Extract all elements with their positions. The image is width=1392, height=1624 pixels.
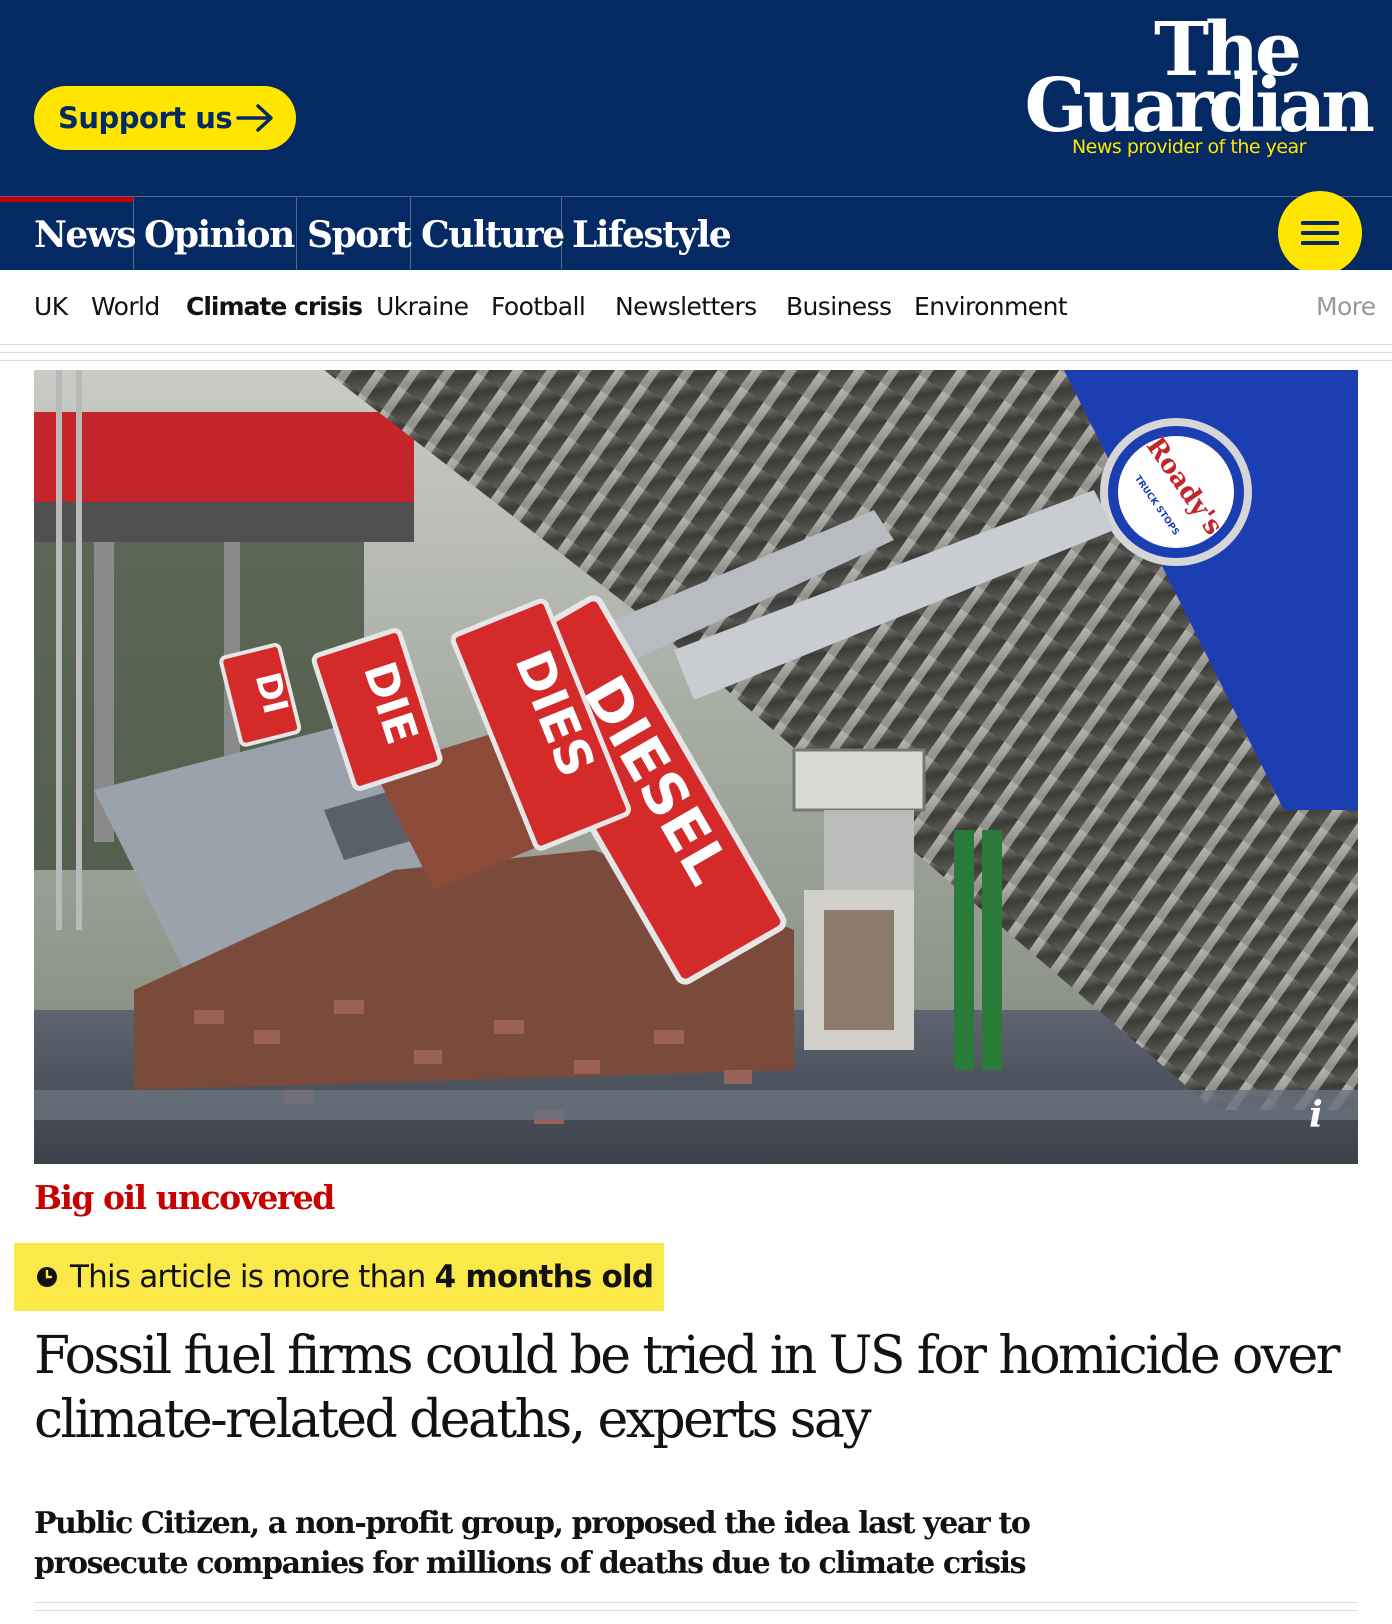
- subnav-ukraine[interactable]: Ukraine: [376, 292, 469, 321]
- divider: [0, 360, 1392, 361]
- article-age-text: This article is more than 4 months old: [70, 1259, 654, 1295]
- logo-tagline: News provider of the year: [1071, 136, 1307, 158]
- subnav-more[interactable]: More: [1316, 292, 1376, 321]
- sub-nav: UK World Climate crisis Ukraine Football…: [0, 270, 1392, 345]
- series-label[interactable]: Big oil uncovered: [34, 1178, 335, 1217]
- hamburger-icon: [1301, 221, 1339, 225]
- subnav-business[interactable]: Business: [786, 292, 892, 321]
- image-info-icon[interactable]: i: [1296, 1094, 1336, 1138]
- article-standfirst: Public Citizen, a non-profit group, prop…: [34, 1506, 1031, 1581]
- support-us-label: Support us: [58, 101, 233, 135]
- menu-button[interactable]: [1278, 191, 1362, 275]
- pillar-news[interactable]: News: [0, 197, 137, 271]
- divider: [34, 1602, 1358, 1603]
- hero-photo: Roady's TRUCK STOPS DIESEL DIES DIE DI: [34, 370, 1358, 1164]
- guardian-logo[interactable]: The Guardian News provider of the year: [960, 8, 1375, 168]
- clock-icon: [37, 1267, 57, 1287]
- subnav-world[interactable]: World: [91, 292, 160, 321]
- subnav-climate-crisis[interactable]: Climate crisis: [186, 292, 363, 321]
- article-age-prefix: This article is more than: [70, 1259, 435, 1295]
- pillar-lifestyle[interactable]: Lifestyle: [562, 197, 732, 271]
- pillar-nav: News Opinion Sport Culture Lifestyle: [0, 196, 1392, 271]
- pillar-culture[interactable]: Culture: [411, 197, 565, 271]
- subnav-environment[interactable]: Environment: [914, 292, 1068, 321]
- subnav-football[interactable]: Football: [491, 292, 586, 321]
- subnav-newsletters[interactable]: Newsletters: [615, 292, 757, 321]
- article-age-banner: This article is more than 4 months old: [14, 1243, 664, 1311]
- article-age-value: 4 months old: [434, 1259, 654, 1295]
- article-headline: Fossil fuel firms could be tried in US f…: [34, 1326, 1341, 1450]
- subnav-uk[interactable]: UK: [34, 292, 68, 321]
- divider: [0, 352, 1392, 353]
- pillar-opinion[interactable]: Opinion: [134, 197, 297, 271]
- hero-image: Roady's TRUCK STOPS DIESEL DIES DIE DI: [34, 370, 1358, 1164]
- support-us-button[interactable]: Support us: [34, 86, 296, 150]
- divider: [34, 1610, 1358, 1611]
- masthead: Support us The Guardian News provider of…: [0, 0, 1392, 196]
- arrow-right-icon: [236, 104, 273, 132]
- pillar-sport[interactable]: Sport: [297, 197, 412, 271]
